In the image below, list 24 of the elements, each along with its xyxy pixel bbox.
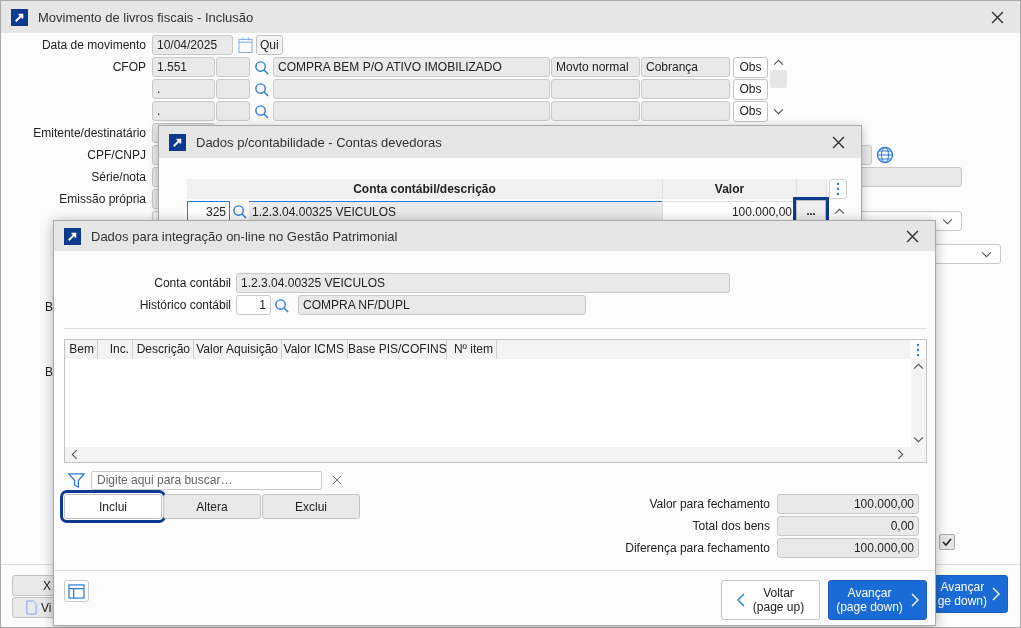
column-header: Conta contábil/descrição [187,179,663,199]
history-field: COMPRA NF/DUPL [298,295,586,315]
field-label: B [45,365,53,380]
field-label: Data de movimento [40,38,147,52]
field-label: Conta contábil [153,276,232,290]
account-field: 1.2.3.04.00325 VEICULOS [236,273,730,293]
window-title: Dados p/contabilidade - Contas devedoras [196,134,442,150]
total-field: 100.000,00 [777,538,919,558]
total-field: 100.000,00 [777,494,919,514]
total-field: 0,00 [777,516,919,536]
window-title: Dados para integração on-line no Gestão Patrimonial [91,228,398,244]
window-title: Movimento de livros fiscais - Inclusão [38,9,254,25]
field-label: Série/nota [90,170,147,184]
field-label: CFOP [111,60,147,74]
field-label: Histórico contábil [138,298,232,312]
total-label: Diferença para fechamento [625,541,770,555]
table-cell: 1.2.3.04.00325 VEICULOS [249,201,662,221]
column-header: Valor [663,179,797,199]
field-label: CPF/CNPJ [86,148,147,162]
field-label: Emitente/destinatário [32,126,147,140]
field-label: B [45,300,53,315]
field-label: Emissão própria [58,192,147,206]
total-label: Total dos bens [692,519,770,533]
total-label: Valor para fechamento [649,497,770,511]
